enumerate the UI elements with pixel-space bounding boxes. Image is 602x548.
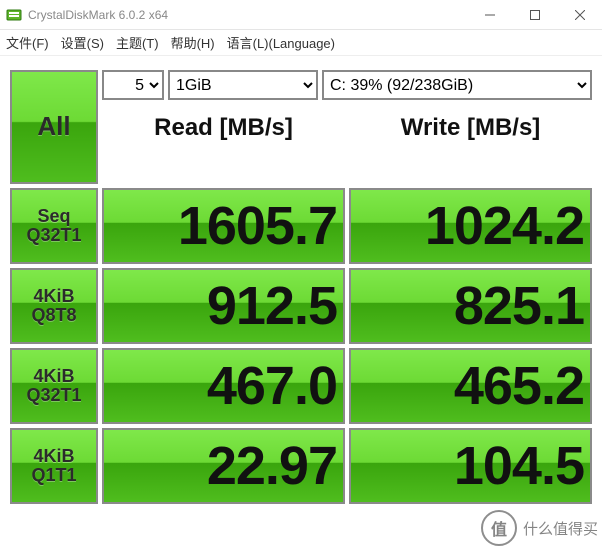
watermark: 值 什么值得买 xyxy=(481,510,598,546)
close-button[interactable] xyxy=(557,0,602,29)
menu-settings[interactable]: 设置(S) xyxy=(61,33,104,52)
4kib-q8t8-write-value: 825.1 xyxy=(349,268,592,344)
watermark-text: 什么值得买 xyxy=(523,518,598,539)
close-icon xyxy=(575,10,585,20)
maximize-icon xyxy=(530,10,540,20)
4kib-q8t8-read-value: 912.5 xyxy=(102,268,345,344)
4kib-q1t1-label-1: 4KiB xyxy=(33,447,74,466)
4kib-q32t1-read-value: 467.0 xyxy=(102,348,345,424)
app-icon xyxy=(6,7,22,23)
seq-label-2: Q32T1 xyxy=(26,226,81,245)
4kib-q32t1-label-2: Q32T1 xyxy=(26,386,81,405)
4kib-q8t8-label-1: 4KiB xyxy=(33,287,74,306)
all-button-label: All xyxy=(37,113,70,140)
4kib-q32t1-label-1: 4KiB xyxy=(33,367,74,386)
4kib-q8t8-button[interactable]: 4KiB Q8T8 xyxy=(10,268,98,344)
4kib-q1t1-read-value: 22.97 xyxy=(102,428,345,504)
menu-theme[interactable]: 主题(T) xyxy=(116,33,159,52)
4kib-q32t1-button[interactable]: 4KiB Q32T1 xyxy=(10,348,98,424)
seq-read-value: 1605.7 xyxy=(102,188,345,264)
4kib-q1t1-write-value: 104.5 xyxy=(349,428,592,504)
minimize-button[interactable] xyxy=(467,0,512,29)
4kib-q8t8-label-2: Q8T8 xyxy=(31,306,76,325)
drive-select[interactable]: C: 39% (92/238GiB) xyxy=(322,70,592,100)
all-button[interactable]: All xyxy=(10,70,98,184)
menubar: 文件(F) 设置(S) 主题(T) 帮助(H) 语言(L)(Language) xyxy=(0,30,602,56)
4kib-q1t1-label-2: Q1T1 xyxy=(31,466,76,485)
menu-file[interactable]: 文件(F) xyxy=(6,33,49,52)
seq-q32t1-button[interactable]: Seq Q32T1 xyxy=(10,188,98,264)
test-size-select[interactable]: 1GiB xyxy=(168,70,318,100)
4kib-q32t1-write-value: 465.2 xyxy=(349,348,592,424)
titlebar: CrystalDiskMark 6.0.2 x64 xyxy=(0,0,602,30)
window-title: CrystalDiskMark 6.0.2 x64 xyxy=(28,8,467,22)
seq-label-1: Seq xyxy=(37,207,70,226)
seq-write-value: 1024.2 xyxy=(349,188,592,264)
content-area: All 5 1GiB C: 39% (92/238GiB) Read [MB/s… xyxy=(0,56,602,514)
write-header: Write [MB/s] xyxy=(349,108,592,148)
minimize-icon xyxy=(485,10,495,20)
menu-help[interactable]: 帮助(H) xyxy=(171,33,215,52)
maximize-button[interactable] xyxy=(512,0,557,29)
watermark-badge-icon: 值 xyxy=(481,510,517,546)
4kib-q1t1-button[interactable]: 4KiB Q1T1 xyxy=(10,428,98,504)
runs-select[interactable]: 5 xyxy=(102,70,164,100)
menu-language[interactable]: 语言(L)(Language) xyxy=(227,33,335,52)
window-controls xyxy=(467,0,602,29)
read-header: Read [MB/s] xyxy=(102,108,345,148)
